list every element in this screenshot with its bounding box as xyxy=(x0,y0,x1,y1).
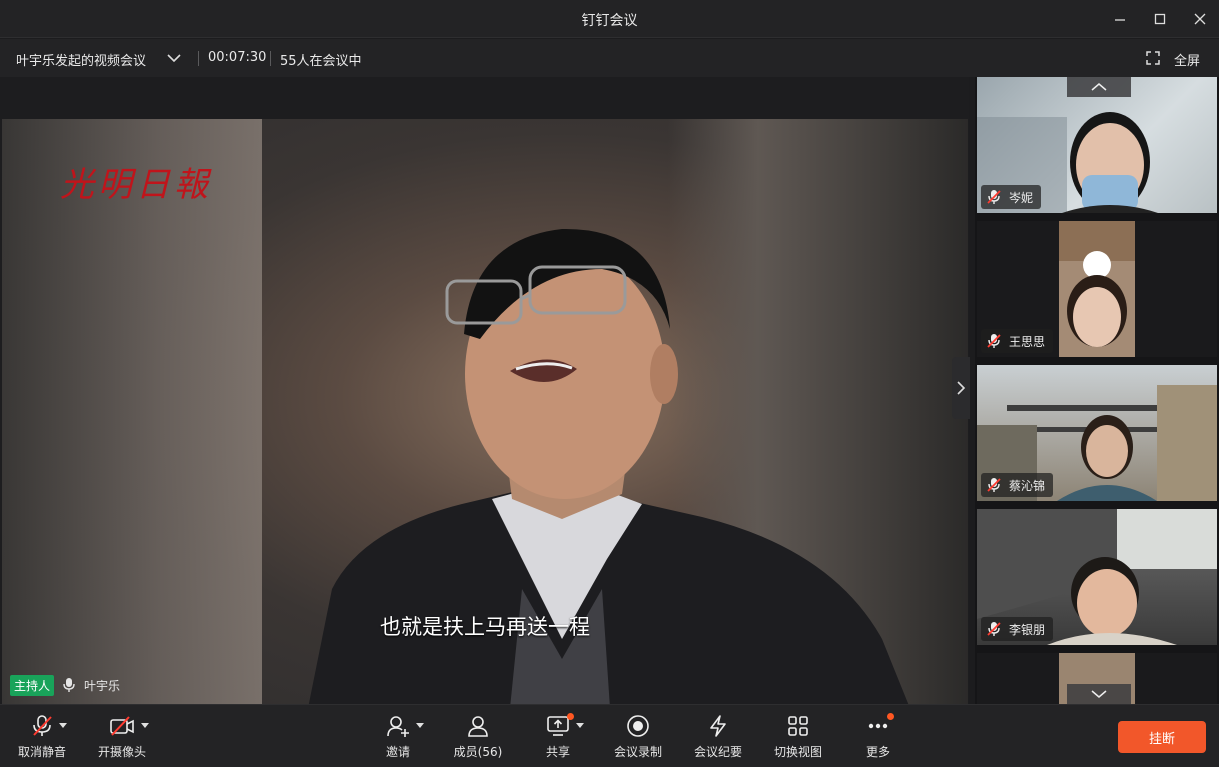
members-button[interactable]: 成员(56) xyxy=(442,713,514,761)
expand-panel-button[interactable] xyxy=(952,357,970,419)
participant-name-tag: 李银朋 xyxy=(981,617,1054,641)
meeting-toolbar: 取消静音 开摄像头 邀请 成员(56) 共享 会议录制 会议纪要 切换视图 更多… xyxy=(0,704,1219,767)
grid-view-icon xyxy=(788,716,808,736)
hangup-button[interactable]: 挂断 xyxy=(1118,721,1206,753)
fullscreen-button[interactable]: 全屏 xyxy=(1174,50,1200,69)
meeting-name[interactable]: 叶宇乐发起的视频会议 xyxy=(16,50,146,69)
record-icon xyxy=(627,715,649,737)
camera-off-icon xyxy=(110,716,134,736)
share-button[interactable]: 共享 xyxy=(522,713,594,761)
participant-name: 岑妮 xyxy=(1009,190,1034,205)
more-label: 更多 xyxy=(865,745,890,759)
switch-view-label: 切换视图 xyxy=(773,745,822,759)
video-subtitle: 也就是扶上马再送一程 xyxy=(380,615,590,639)
chevron-down-icon xyxy=(1091,690,1107,698)
main-video[interactable]: 光明日報 也就是扶上马再送一程 xyxy=(2,119,968,738)
mic-muted-icon xyxy=(987,334,1001,348)
meeting-info-bar: 叶宇乐发起的视频会议 00:07:30 55人在会议中 全屏 xyxy=(0,39,1219,77)
switch-view-button[interactable]: 切换视图 xyxy=(762,713,834,761)
close-button[interactable] xyxy=(1188,8,1212,30)
add-user-icon xyxy=(387,716,409,737)
title-bar: 钉钉会议 xyxy=(0,0,1219,38)
participant-name-tag: 岑妮 xyxy=(981,185,1042,209)
window-title: 钉钉会议 xyxy=(581,13,638,29)
close-icon xyxy=(1194,13,1206,25)
share-label: 共享 xyxy=(545,745,570,759)
invite-button[interactable]: 邀请 xyxy=(362,713,434,761)
participant-tile[interactable]: 李银朋 xyxy=(977,509,1217,645)
chevron-up-icon xyxy=(1091,83,1107,91)
minimize-icon xyxy=(1115,19,1125,21)
caret-down-icon[interactable] xyxy=(59,723,67,728)
record-label: 会议录制 xyxy=(613,745,662,759)
host-badge: 主持人 xyxy=(10,674,55,696)
participant-tile[interactable]: 岑妮 xyxy=(977,77,1217,213)
mic-muted-icon xyxy=(33,715,52,736)
notification-dot xyxy=(567,713,574,720)
meeting-timer: 00:07:30 xyxy=(208,50,267,65)
minutes-label: 会议纪要 xyxy=(693,745,742,759)
caret-down-icon[interactable] xyxy=(141,723,149,728)
participant-tile[interactable]: 蔡沁锦 xyxy=(977,365,1217,501)
more-button[interactable]: 更多 xyxy=(842,713,914,761)
mic-muted-icon xyxy=(987,190,1001,204)
participant-name-tag: 王思思 xyxy=(981,329,1054,353)
maximize-icon xyxy=(1154,13,1166,25)
minimize-button[interactable] xyxy=(1108,8,1132,30)
participant-name: 李银朋 xyxy=(1009,622,1046,637)
chevron-down-icon[interactable] xyxy=(166,51,182,65)
camera-label: 开摄像头 xyxy=(97,745,146,759)
main-video-area: 光明日報 也就是扶上马再送一程 主持人 叶宇乐 xyxy=(0,77,969,738)
record-button[interactable]: 会议录制 xyxy=(602,713,674,761)
caret-down-icon[interactable] xyxy=(416,723,424,728)
microphone-icon xyxy=(63,678,75,692)
members-label: 成员(56) xyxy=(453,745,503,759)
fullscreen-icon[interactable] xyxy=(1146,51,1160,65)
mic-muted-icon xyxy=(987,622,1001,636)
scroll-down-button[interactable] xyxy=(1067,684,1131,704)
participant-name: 王思思 xyxy=(1009,334,1046,349)
participant-tile[interactable] xyxy=(977,653,1217,704)
notification-dot xyxy=(887,713,894,720)
divider xyxy=(270,51,271,66)
members-icon xyxy=(468,716,488,737)
caret-down-icon[interactable] xyxy=(576,723,584,728)
chevron-right-icon xyxy=(957,381,966,395)
speaker-figure xyxy=(302,228,922,738)
unmute-label: 取消静音 xyxy=(17,745,66,759)
mic-muted-icon xyxy=(987,478,1001,492)
broadcaster-logo: 光明日報 xyxy=(60,165,212,205)
minutes-button[interactable]: 会议纪要 xyxy=(682,713,754,761)
scroll-up-button[interactable] xyxy=(1067,77,1131,97)
participant-name: 蔡沁锦 xyxy=(1009,478,1046,493)
participant-name-tag: 蔡沁锦 xyxy=(981,473,1054,497)
camera-button[interactable]: 开摄像头 xyxy=(86,713,158,761)
participant-tile[interactable]: 王思思 xyxy=(977,221,1217,357)
invite-label: 邀请 xyxy=(385,745,410,759)
unmute-button[interactable]: 取消静音 xyxy=(6,713,78,761)
host-name: 叶宇乐 xyxy=(84,678,121,693)
divider xyxy=(198,51,199,66)
maximize-button[interactable] xyxy=(1148,8,1172,30)
host-label: 主持人 叶宇乐 xyxy=(10,674,121,696)
participant-count: 55人在会议中 xyxy=(280,54,362,69)
lightning-icon xyxy=(710,715,726,737)
participant-panel: 岑妮 王思思 蔡沁锦 李银朋 xyxy=(975,77,1219,704)
